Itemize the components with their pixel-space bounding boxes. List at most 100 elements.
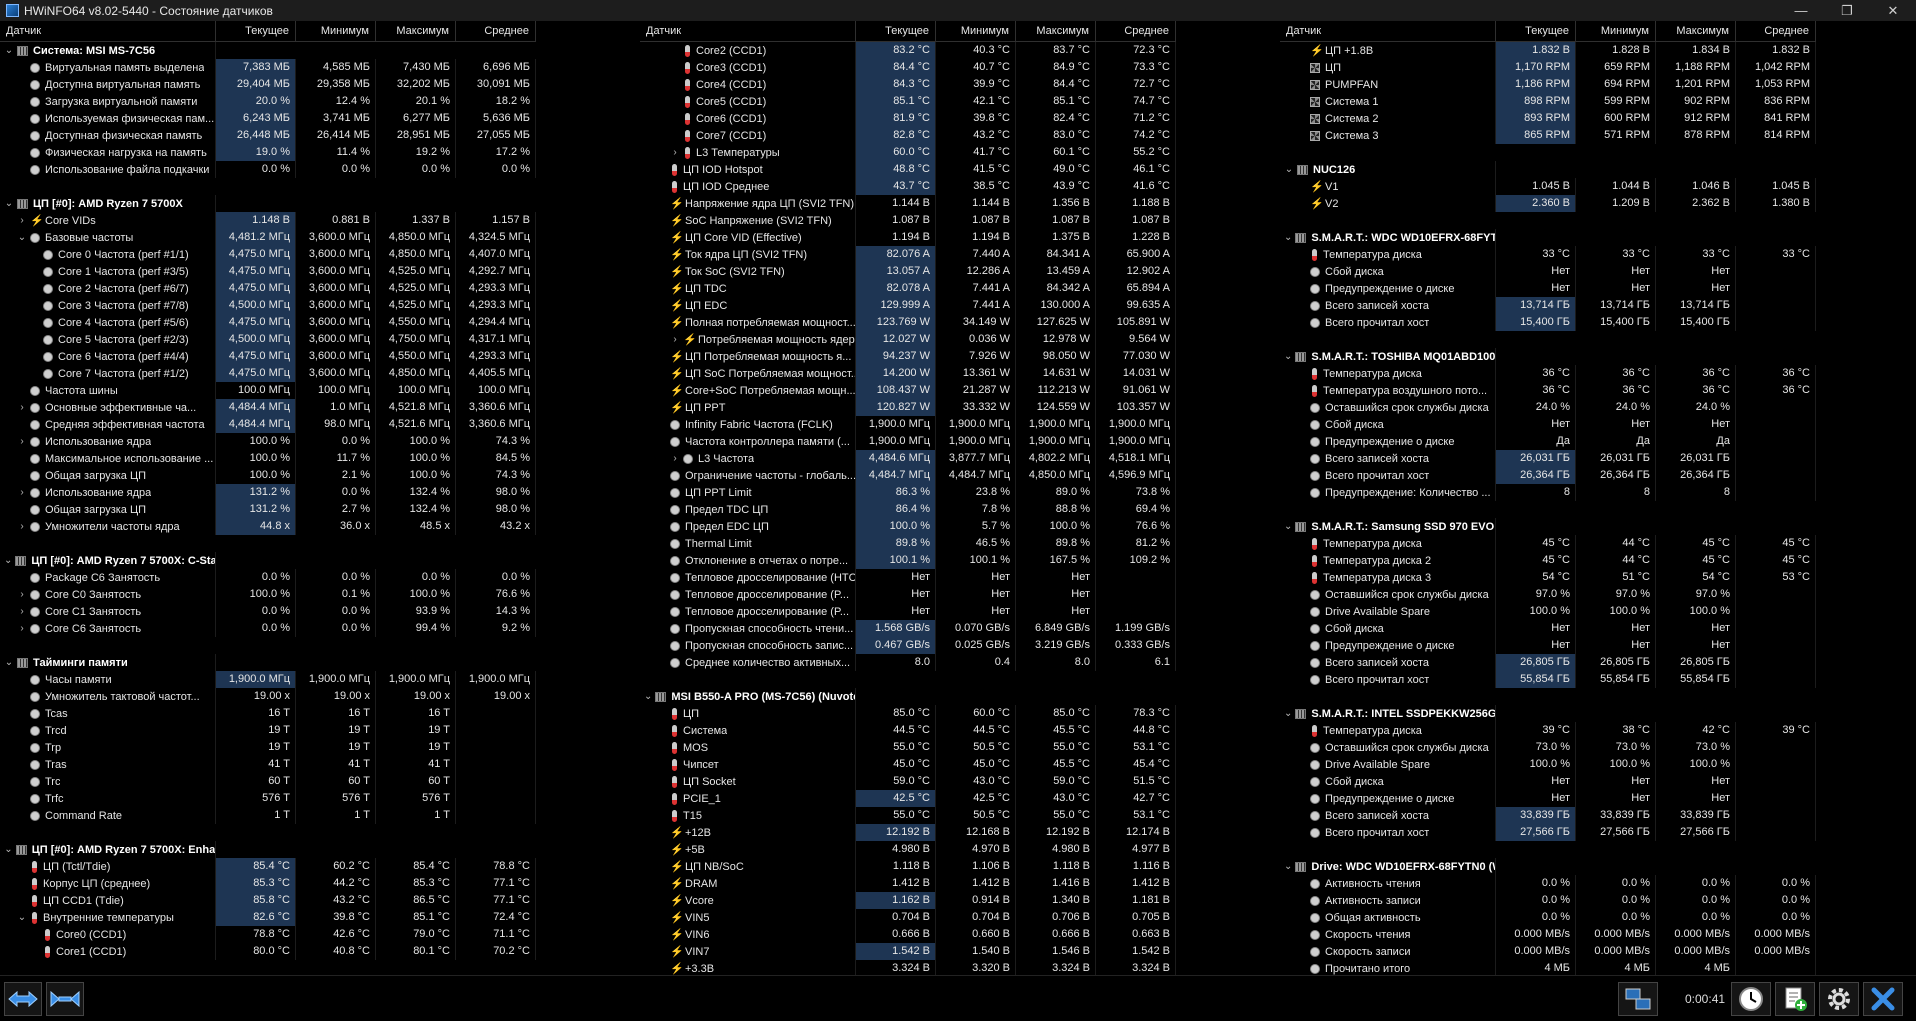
sensor-row[interactable]: ⚡ ЦП Core VID (Effective) 1.194 В 1.194 В 1.… bbox=[640, 229, 1176, 246]
sensor-row[interactable]: Core 6 Частота (perf #4/4) 4,475.0 МГц 3,6… bbox=[0, 348, 536, 365]
sensor-row[interactable]: › L3 Температуры 60.0 °C 41.7 °C 60.1 °C 55.2… bbox=[640, 144, 1176, 161]
column-header-current[interactable]: Текущее bbox=[856, 21, 936, 41]
sensor-row[interactable]: Package C6 Занятость 0.0 % 0.0 % 0.0 % 0.0 % bbox=[0, 569, 536, 586]
sensor-row[interactable]: Всего записей хоста 26,031 ГБ 26,031 ГБ 26,… bbox=[1280, 450, 1816, 467]
sensor-row[interactable]: ⚡ Ток ядра ЦП (SVI2 TFN) 82.076 A 7.440 A 84… bbox=[640, 246, 1176, 263]
sensor-group-header[interactable]: ⌄ S.M.A.R.T.: INTEL SSDPEKKW256G8 (PHHH93… bbox=[1280, 705, 1816, 722]
sensor-row[interactable]: Загрузка виртуальной памяти 20.0 % 12.4 % 2… bbox=[0, 93, 536, 110]
column-header-min[interactable]: Минимум bbox=[936, 21, 1016, 41]
sensor-row[interactable]: Температура диска 2 45 °C 44 °C 45 °C 45 °C bbox=[1280, 552, 1816, 569]
sensor-row[interactable]: ⌄ Внутренние температуры 82.6 °C 39.8 °C 85.… bbox=[0, 909, 536, 926]
column-header-sensor[interactable]: Датчик bbox=[1280, 21, 1496, 41]
sensor-row[interactable]: Общая загрузка ЦП 100.0 % 2.1 % 100.0 % 74.3… bbox=[0, 467, 536, 484]
sensor-row[interactable]: ЦП 1,170 RPM 659 RPM 1,188 RPM 1,042 RPM bbox=[1280, 59, 1816, 76]
sensor-row[interactable]: › Core C1 Занятость 0.0 % 0.0 % 93.9 % 14.3 % bbox=[0, 603, 536, 620]
column-header-max[interactable]: Максимум bbox=[1656, 21, 1736, 41]
sensor-row[interactable]: ⚡ ЦП Потребляемая мощность я... 94.237 W 7.… bbox=[640, 348, 1176, 365]
sensor-row[interactable]: › Core C6 Занятость 0.0 % 0.0 % 99.4 % 9.2 % bbox=[0, 620, 536, 637]
expand-chevron-icon[interactable]: › bbox=[17, 606, 27, 617]
sensor-row[interactable]: Температура воздушного пото... 36 °C 36 °C… bbox=[1280, 382, 1816, 399]
column-header-sensor[interactable]: Датчик bbox=[640, 21, 856, 41]
sensor-row[interactable]: Ограничение частоты - глобаль... 4,484.7 … bbox=[640, 467, 1176, 484]
sensor-row[interactable]: Система 1 898 RPM 599 RPM 902 RPM 836 RPM bbox=[1280, 93, 1816, 110]
sensor-row[interactable]: Core6 (CCD1) 81.9 °C 39.8 °C 82.4 °C 71.2 °C bbox=[640, 110, 1176, 127]
sensor-panel-1[interactable]: Датчик Текущее Минимум Максимум Среднее ⌄ Сист… bbox=[0, 21, 536, 975]
sensor-row[interactable]: ЦП IOD Среднее 43.7 °C 38.5 °C 43.9 °C 41.6 … bbox=[640, 178, 1176, 195]
sensor-row[interactable]: Core5 (CCD1) 85.1 °C 42.1 °C 85.1 °C 74.7 °C bbox=[640, 93, 1176, 110]
collapse-chevron-icon[interactable]: ⌄ bbox=[644, 691, 652, 702]
sensor-row[interactable]: Часы памяти 1,900.0 МГц 1,900.0 МГц 1,900.0… bbox=[0, 671, 536, 688]
sensor-row[interactable]: Предупреждение о диске Да Да Да bbox=[1280, 433, 1816, 450]
expand-chevron-icon[interactable]: › bbox=[670, 453, 680, 464]
column-header-sensor[interactable]: Датчик bbox=[0, 21, 216, 41]
sensor-row[interactable]: Система 2 893 RPM 600 RPM 912 RPM 841 RPM bbox=[1280, 110, 1816, 127]
sensor-row[interactable]: Оставшийся срок службы диска 97.0 % 97.0 %… bbox=[1280, 586, 1816, 603]
column-header-avg[interactable]: Среднее bbox=[1096, 21, 1176, 41]
sensor-row[interactable]: Core 0 Частота (perf #1/1) 4,475.0 МГц 3,6… bbox=[0, 246, 536, 263]
sensor-row[interactable]: Оставшийся срок службы диска 73.0 % 73.0 %… bbox=[1280, 739, 1816, 756]
column-header-avg[interactable]: Среднее bbox=[1736, 21, 1816, 41]
sensor-panel-2[interactable]: Датчик Текущее Минимум Максимум Среднее Core2… bbox=[640, 21, 1176, 975]
sensor-row[interactable]: ⚡ SoC Напряжение (SVI2 TFN) 1.087 В 1.087 В… bbox=[640, 212, 1176, 229]
sensor-row[interactable]: Отклонение в отчетах о потре... 100.1 % 10… bbox=[640, 552, 1176, 569]
collapse-chevron-icon[interactable]: ⌄ bbox=[1284, 232, 1292, 243]
close-icon[interactable] bbox=[1863, 982, 1903, 1016]
sensor-row[interactable]: Пропускная способность запис... 0.467 GB/… bbox=[640, 637, 1176, 654]
collapse-chevron-icon[interactable]: ⌄ bbox=[4, 45, 14, 56]
sensor-row[interactable]: Tras 41 T 41 T 41 T bbox=[0, 756, 536, 773]
sensor-row[interactable]: Скорость чтения 0.000 MB/s 0.000 MB/s 0.000… bbox=[1280, 926, 1816, 943]
sensor-row[interactable]: ⚡ Vcore 1.162 В 0.914 В 1.340 В 1.181 В bbox=[640, 892, 1176, 909]
sensor-row[interactable]: Core3 (CCD1) 84.4 °C 40.7 °C 84.9 °C 73.3 °C bbox=[640, 59, 1176, 76]
sensor-row[interactable]: Система 44.5 °C 44.5 °C 45.5 °C 44.8 °C bbox=[640, 722, 1176, 739]
sensor-group-header[interactable]: ⌄ Система: MSI MS-7C56 bbox=[0, 42, 536, 59]
sensor-row[interactable]: Максимальное использование ... 100.0 % 11.… bbox=[0, 450, 536, 467]
sensor-row[interactable]: Среднее количество активных... 8.0 0.4 8.0 6… bbox=[640, 654, 1176, 671]
collapse-chevron-icon[interactable]: ⌄ bbox=[1284, 861, 1292, 872]
sensor-row[interactable]: Всего прочитал хост 27,566 ГБ 27,566 ГБ 27,… bbox=[1280, 824, 1816, 841]
collapse-chevron-icon[interactable]: ⌄ bbox=[1284, 351, 1292, 362]
sensor-row[interactable]: ЦП (Tctl/Tdie) 85.4 °C 60.2 °C 85.4 °C 78.8 … bbox=[0, 858, 536, 875]
collapse-chevron-icon[interactable]: ⌄ bbox=[4, 657, 14, 668]
expand-chevron-icon[interactable]: › bbox=[17, 436, 27, 447]
sensor-row[interactable]: Core2 (CCD1) 83.2 °C 40.3 °C 83.7 °C 72.3 °C bbox=[640, 42, 1176, 59]
sensor-row[interactable]: Thermal Limit 89.8 % 46.5 % 89.8 % 81.2 % bbox=[640, 535, 1176, 552]
maximize-button[interactable]: ❐ bbox=[1824, 0, 1870, 21]
expand-chevron-icon[interactable]: › bbox=[670, 147, 680, 158]
sensor-row[interactable]: › Использование ядра 100.0 % 0.0 % 100.0 % 74… bbox=[0, 433, 536, 450]
sensor-row[interactable]: Температура диска 33 °C 33 °C 33 °C 33 °C bbox=[1280, 246, 1816, 263]
sensor-row[interactable]: Предупреждение о диске Нет Нет Нет bbox=[1280, 280, 1816, 297]
sensor-group-header[interactable]: ⌄ ЦП [#0]: AMD Ryzen 7 5700X bbox=[0, 195, 536, 212]
sensor-row[interactable]: T15 55.0 °C 50.5 °C 55.0 °C 53.1 °C bbox=[640, 807, 1176, 824]
sensor-row[interactable]: Сбой диска Нет Нет Нет bbox=[1280, 620, 1816, 637]
sensor-row[interactable]: Core0 (CCD1) 78.8 °C 42.6 °C 79.0 °C 71.1 °C bbox=[0, 926, 536, 943]
sensor-group-header[interactable]: ⌄ MSI B550-A PRO (MS-7C56) (Nuvoton NCT66… bbox=[640, 688, 1176, 705]
collapse-chevron-icon[interactable]: ⌄ bbox=[17, 912, 27, 923]
clock-icon[interactable] bbox=[1731, 982, 1771, 1016]
sensor-row[interactable]: Infinity Fabric Частота (FCLK) 1,900.0 МГ… bbox=[640, 416, 1176, 433]
sensor-row[interactable]: Прочитано итого 4 МБ 4 МБ 4 МБ bbox=[1280, 960, 1816, 975]
sensor-row[interactable]: Умножитель тактовой частот... 19.00 x 19.0… bbox=[0, 688, 536, 705]
collapse-chevron-icon[interactable]: ⌄ bbox=[4, 198, 14, 209]
sensor-row[interactable]: › ⚡ Потребляемая мощность ядер 12.027 W 0.03… bbox=[640, 331, 1176, 348]
sensor-row[interactable]: ЦП IOD Hotspot 48.8 °C 41.5 °C 49.0 °C 46.1 … bbox=[640, 161, 1176, 178]
collapse-chevron-icon[interactable]: ⌄ bbox=[1284, 164, 1294, 175]
sensor-row[interactable]: Всего записей хоста 26,805 ГБ 26,805 ГБ 26,… bbox=[1280, 654, 1816, 671]
column-header-avg[interactable]: Среднее bbox=[456, 21, 536, 41]
sensor-group-header[interactable]: ⌄ ЦП [#0]: AMD Ryzen 7 5700X: Enhanced bbox=[0, 841, 536, 858]
sensor-row[interactable]: ⚡ DRAM 1.412 В 1.412 В 1.416 В 1.412 В bbox=[640, 875, 1176, 892]
sensor-row[interactable]: ⚡ Ток SoC (SVI2 TFN) 13.057 A 12.286 A 13.45… bbox=[640, 263, 1176, 280]
column-header-current[interactable]: Текущее bbox=[1496, 21, 1576, 41]
sensor-row[interactable]: Температура диска 39 °C 38 °C 42 °C 39 °C bbox=[1280, 722, 1816, 739]
sensor-row[interactable]: ⚡ VIN7 1.542 В 1.540 В 1.546 В 1.542 В bbox=[640, 943, 1176, 960]
sensor-row[interactable]: › Умножители частоты ядра 44.8 x 36.0 x 48.5… bbox=[0, 518, 536, 535]
sensor-row[interactable]: Оставшийся срок службы диска 24.0 % 24.0 %… bbox=[1280, 399, 1816, 416]
expand-chevron-icon[interactable]: › bbox=[17, 589, 27, 600]
sensor-row[interactable]: Корпус ЦП (среднее) 85.3 °C 44.2 °C 85.3 °C… bbox=[0, 875, 536, 892]
sensor-row[interactable]: ЦП Socket 59.0 °C 43.0 °C 59.0 °C 51.5 °C bbox=[640, 773, 1176, 790]
sensor-group-header[interactable]: ⌄ S.M.A.R.T.: WDC WD10EFRX-68FYTN0 (WD-WC… bbox=[1280, 229, 1816, 246]
sensor-row[interactable]: Всего прочитал хост 15,400 ГБ 15,400 ГБ 15,… bbox=[1280, 314, 1816, 331]
sensor-row[interactable]: Общая активность 0.0 % 0.0 % 0.0 % 0.0 % bbox=[1280, 909, 1816, 926]
sensor-row[interactable]: ЦП CCD1 (Tdie) 85.8 °C 43.2 °C 86.5 °C 77.1 … bbox=[0, 892, 536, 909]
sensor-row[interactable]: › Основные эффективные ча... 4,484.4 МГц 1.… bbox=[0, 399, 536, 416]
sensor-row[interactable]: Скорость записи 0.000 MB/s 0.000 MB/s 0.000… bbox=[1280, 943, 1816, 960]
